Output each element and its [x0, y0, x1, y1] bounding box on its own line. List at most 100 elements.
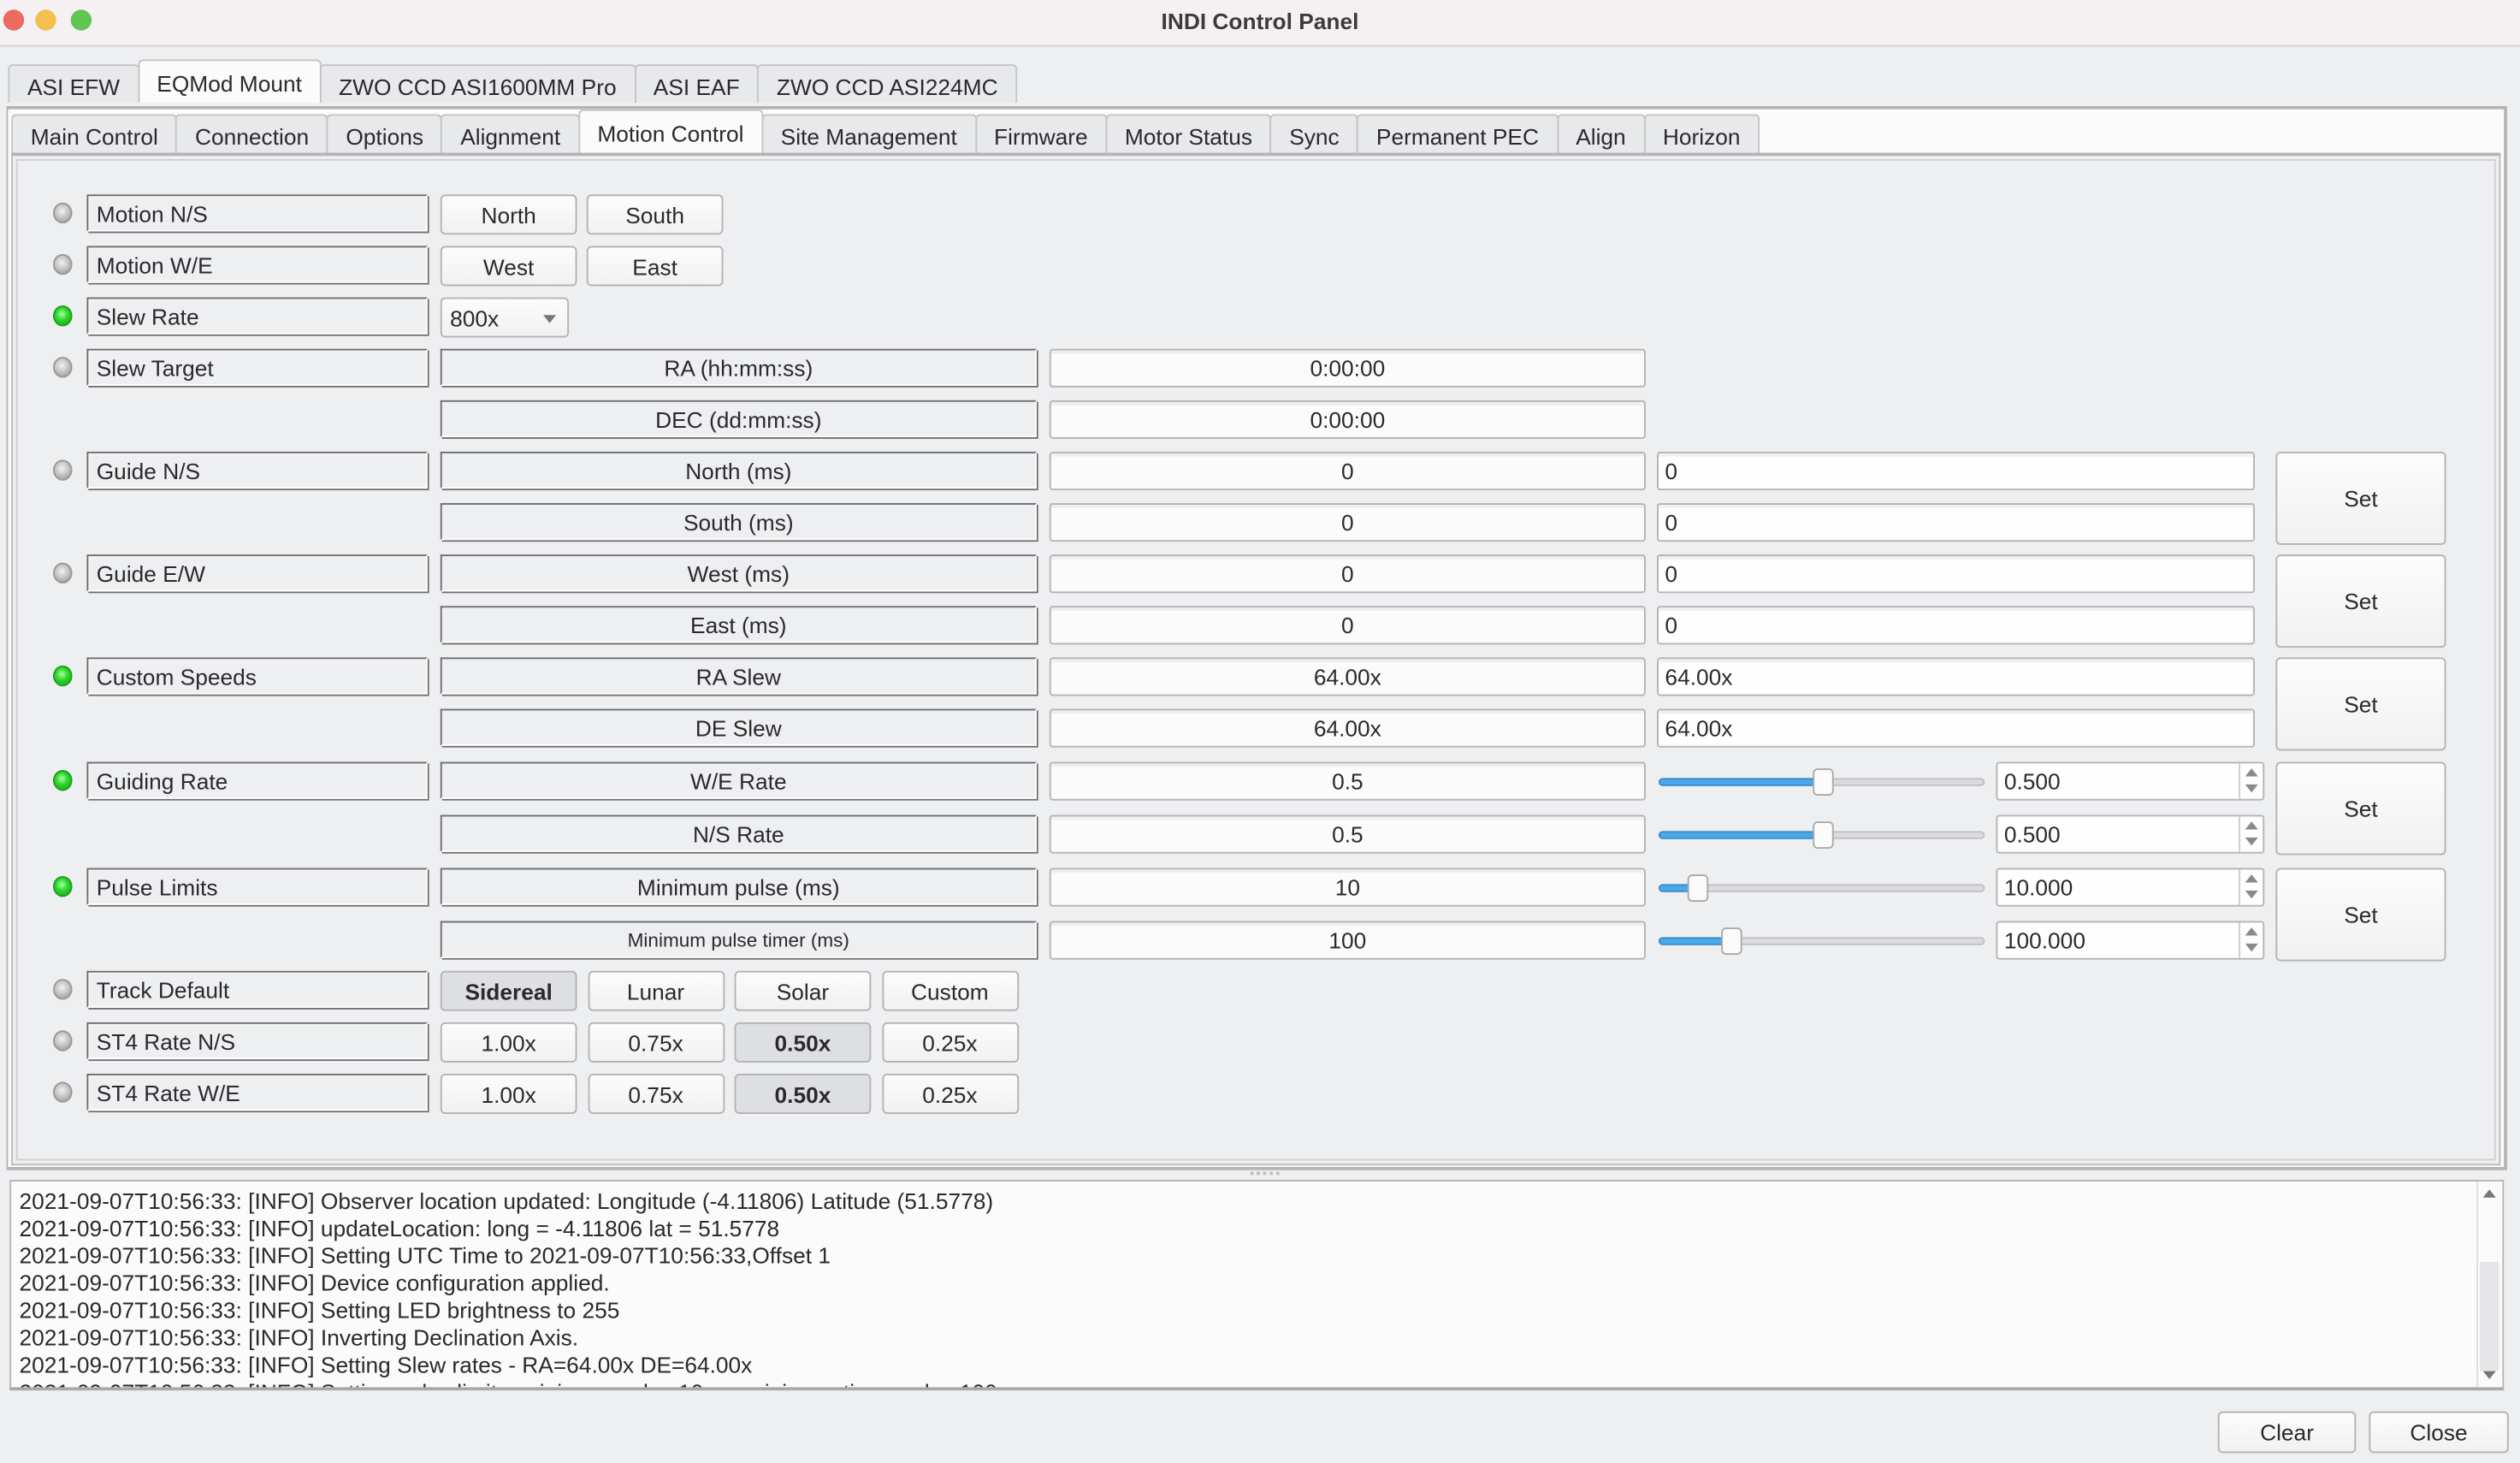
custom-speeds-de-slew-input[interactable]: 64.00x: [1657, 708, 2255, 748]
splitter-handle[interactable]: [9, 1170, 2504, 1180]
slew-rate-dropdown[interactable]: 800x: [440, 297, 570, 338]
pulse-limits-minimum-pulse-ms-slider[interactable]: [1658, 873, 1985, 903]
device-tab-eqmod-mount[interactable]: EQMod Mount: [137, 59, 322, 104]
guide-we-west-ms-input[interactable]: 0: [1657, 554, 2255, 594]
log-line: 2021-09-07T10:56:33: [INFO] Setting LED …: [19, 1297, 620, 1324]
guiding-rate-state-led-icon: [53, 769, 73, 791]
pulse-limits-minimum-pulse-timer-ms-value: 100: [1049, 921, 1646, 960]
track-default-solar-button[interactable]: Solar: [734, 970, 872, 1011]
group-tab-connection[interactable]: Connection: [175, 114, 328, 153]
slider-handle[interactable]: [1688, 874, 1709, 903]
spin-down-arrow-icon[interactable]: [2245, 784, 2258, 793]
motion-we-label: Motion W/E: [86, 246, 428, 283]
spinbox-arrows[interactable]: [2239, 816, 2263, 852]
st4-we-0-50x-button[interactable]: 0.50x: [734, 1074, 872, 1115]
guide-we-label: Guide E/W: [86, 554, 428, 592]
guiding-rate-n-s-rate-spinbox[interactable]: 0.500: [1996, 814, 2265, 854]
custom-speeds-ra-slew-input[interactable]: 64.00x: [1657, 657, 2255, 696]
device-tabs: ASI EFW EQMod Mount ZWO CCD ASI1600MM Pro A…: [8, 59, 1018, 108]
close-button[interactable]: Close: [2369, 1411, 2509, 1454]
slew-target-dec-dd-mm-ss-label: DEC (dd:mm:ss): [440, 400, 1037, 438]
slew-target-ra-hh-mm-ss-value: 0:00:00: [1049, 348, 1646, 388]
group-tab-options[interactable]: Options: [326, 114, 443, 153]
guiding-rate-w-e-rate-slider[interactable]: [1658, 767, 1985, 797]
pulse-limits-minimum-pulse-timer-ms-spinbox[interactable]: 100.000: [1996, 921, 2265, 960]
track-default-custom-button[interactable]: Custom: [881, 970, 1019, 1011]
group-tab-motor-status[interactable]: Motor Status: [1105, 114, 1272, 153]
slider-handle[interactable]: [1720, 927, 1742, 956]
scroll-up-arrow-icon[interactable]: [2482, 1189, 2496, 1198]
motion-west-button[interactable]: West: [440, 246, 577, 287]
log-line: 2021-09-07T10:56:33: [INFO] Setting puls…: [20, 1379, 1034, 1387]
spinbox-value: 0.500: [2003, 768, 2061, 795]
indi-control-panel-window: INDI Control Panel ASI EFW EQMod Mount ZWO…: [0, 0, 2520, 1463]
group-tab-site-management[interactable]: Site Management: [761, 114, 977, 153]
spinbox-arrows[interactable]: [2239, 869, 2263, 905]
slew-target-state-led-icon: [53, 357, 73, 378]
guide-we-east-ms-input[interactable]: 0: [1657, 606, 2255, 645]
custom-speeds-set-button[interactable]: Set: [2275, 657, 2446, 751]
spin-down-arrow-icon[interactable]: [2245, 943, 2258, 952]
st4-we-1-00x-button[interactable]: 1.00x: [440, 1074, 577, 1115]
log-scrollbar[interactable]: [2476, 1181, 2503, 1388]
st4-ns-1-00x-button[interactable]: 1.00x: [440, 1022, 577, 1063]
st4-ns-0-25x-button[interactable]: 0.25x: [881, 1022, 1019, 1063]
guide-we-set-button[interactable]: Set: [2275, 554, 2446, 649]
device-tab-zwo-ccd-asi224mc[interactable]: ZWO CCD ASI224MC: [757, 64, 1018, 104]
pulse-limits-label: Pulse Limits: [86, 868, 428, 905]
log-view[interactable]: 2021-09-07T10:56:33: [INFO] Observer loc…: [9, 1180, 2505, 1391]
spin-up-arrow-icon[interactable]: [2245, 874, 2258, 883]
st4-we-0-75x-button[interactable]: 0.75x: [587, 1074, 725, 1115]
st4-ns-0-75x-button[interactable]: 0.75x: [587, 1022, 725, 1063]
guide-ns-set-button[interactable]: Set: [2275, 451, 2446, 545]
spin-down-arrow-icon[interactable]: [2245, 890, 2258, 899]
guiding-rate-set-button[interactable]: Set: [2275, 761, 2446, 856]
group-tab-alignment[interactable]: Alignment: [441, 114, 580, 153]
guiding-rate-n-s-rate-slider[interactable]: [1658, 820, 1985, 850]
spin-up-arrow-icon[interactable]: [2245, 927, 2258, 936]
chevron-down-icon: [543, 315, 557, 323]
pulse-limits-set-button[interactable]: Set: [2275, 868, 2446, 962]
spin-down-arrow-icon[interactable]: [2245, 837, 2258, 846]
slider-handle[interactable]: [1812, 768, 1833, 797]
slew-target-dec-dd-mm-ss-value: 0:00:00: [1049, 400, 1646, 439]
custom-speeds-de-slew-label: DE Slew: [440, 708, 1037, 746]
device-tab-zwo-ccd-asi1600mm-pro[interactable]: ZWO CCD ASI1600MM Pro: [319, 64, 636, 104]
log-line: 2021-09-07T10:56:33: [INFO] Inverting De…: [19, 1324, 579, 1351]
guiding-rate-w-e-rate-spinbox[interactable]: 0.500: [1996, 761, 2265, 801]
slider-fill: [1658, 831, 1822, 839]
spin-up-arrow-icon[interactable]: [2245, 768, 2258, 777]
st4-ns-0-50x-button[interactable]: 0.50x: [734, 1022, 872, 1063]
motion-north-button[interactable]: North: [440, 194, 577, 235]
track-default-sidereal-button[interactable]: Sidereal: [440, 970, 577, 1011]
motion-south-button[interactable]: South: [586, 194, 724, 235]
group-tab-main-control[interactable]: Main Control: [11, 114, 178, 153]
guide-ns-north-ms-input[interactable]: 0: [1657, 451, 2255, 491]
guiding-rate-n-s-rate-value: 0.5: [1049, 814, 1646, 854]
group-tab-motion-control[interactable]: Motion Control: [577, 109, 763, 153]
scroll-thumb[interactable]: [2479, 1261, 2499, 1371]
motion-east-button[interactable]: East: [586, 246, 724, 287]
group-tab-align[interactable]: Align: [1556, 114, 1646, 153]
clear-label: Clear: [2260, 1419, 2314, 1446]
guide-ns-south-ms-label: South (ms): [440, 503, 1037, 541]
scroll-down-arrow-icon[interactable]: [2482, 1371, 2496, 1380]
group-tab-firmware[interactable]: Firmware: [974, 114, 1108, 153]
group-tab-permanent-pec[interactable]: Permanent PEC: [1357, 114, 1559, 153]
spinbox-arrows[interactable]: [2239, 922, 2263, 958]
guide-ns-south-ms-input[interactable]: 0: [1657, 503, 2255, 542]
st4-we-0-25x-button[interactable]: 0.25x: [881, 1074, 1019, 1115]
group-tab-sync[interactable]: Sync: [1269, 114, 1359, 153]
group-tab-horizon[interactable]: Horizon: [1643, 114, 1760, 153]
pulse-limits-minimum-pulse-ms-spinbox[interactable]: 10.000: [1996, 868, 2265, 907]
spin-up-arrow-icon[interactable]: [2245, 821, 2258, 830]
device-tab-asi-efw[interactable]: ASI EFW: [8, 64, 139, 104]
track-default-lunar-button[interactable]: Lunar: [587, 970, 725, 1011]
spinbox-arrows[interactable]: [2239, 763, 2263, 799]
pulse-limits-minimum-pulse-timer-ms-slider[interactable]: [1658, 926, 1985, 956]
window-title: INDI Control Panel: [1161, 8, 1359, 34]
slider-handle[interactable]: [1812, 821, 1833, 850]
clear-button[interactable]: Clear: [2217, 1411, 2357, 1454]
slider-fill: [1658, 937, 1730, 945]
device-tab-asi-eaf[interactable]: ASI EAF: [634, 64, 760, 104]
